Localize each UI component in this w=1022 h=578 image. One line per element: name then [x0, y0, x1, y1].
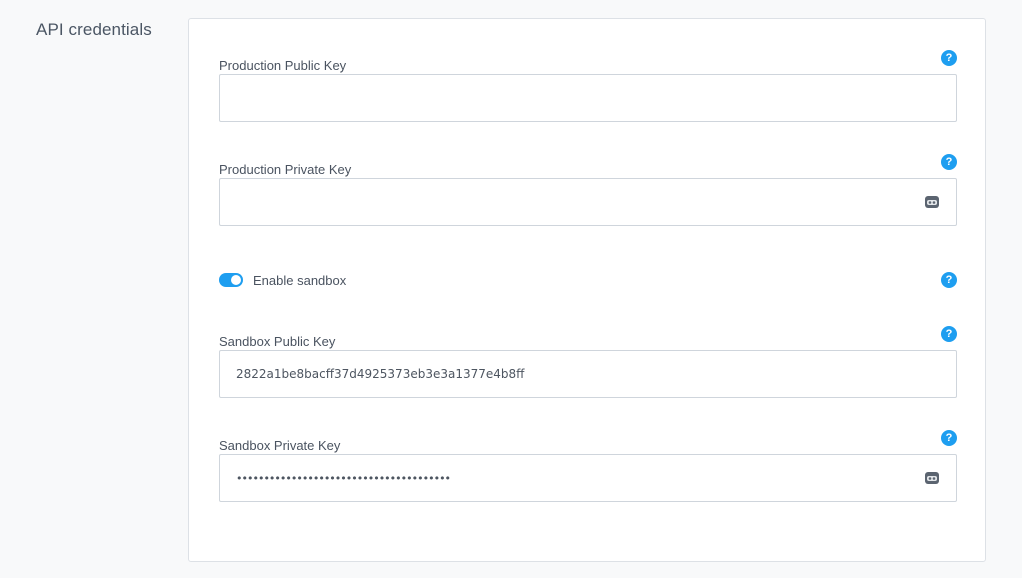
- sandbox-public-key-value: 2822a1be8bacff37d4925373eb3e3a1377e4b8ff: [236, 367, 525, 381]
- help-icon[interactable]: ?: [941, 50, 957, 66]
- api-credentials-card: Production Public Key ? Production Priva…: [188, 18, 986, 562]
- help-icon[interactable]: ?: [941, 326, 957, 342]
- help-icon[interactable]: ?: [941, 430, 957, 446]
- enable-sandbox-toggle[interactable]: [219, 273, 243, 287]
- sandbox-private-key-input[interactable]: •••••••••••••••••••••••••••••••••••••••: [219, 454, 957, 502]
- section-title: API credentials: [36, 20, 152, 39]
- enable-sandbox-label: Enable sandbox: [253, 273, 347, 288]
- sandbox-private-key-label: Sandbox Private Key: [219, 438, 341, 453]
- show-password-icon[interactable]: [923, 194, 941, 210]
- toggle-knob: [231, 275, 241, 285]
- sandbox-public-key-input[interactable]: 2822a1be8bacff37d4925373eb3e3a1377e4b8ff: [219, 350, 957, 398]
- show-password-icon[interactable]: [923, 470, 941, 486]
- production-private-key-input[interactable]: [219, 178, 957, 226]
- production-public-key-input[interactable]: [219, 74, 957, 122]
- enable-sandbox-row: Enable sandbox ?: [219, 271, 957, 291]
- help-icon[interactable]: ?: [941, 154, 957, 170]
- sandbox-private-key-value: •••••••••••••••••••••••••••••••••••••••: [236, 471, 451, 485]
- production-private-key-label: Production Private Key: [219, 162, 352, 177]
- help-icon[interactable]: ?: [941, 272, 957, 288]
- sandbox-public-key-label: Sandbox Public Key: [219, 334, 336, 349]
- production-public-key-label: Production Public Key: [219, 58, 347, 73]
